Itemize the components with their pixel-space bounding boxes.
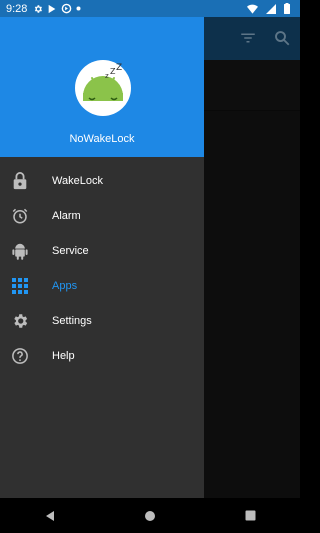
sleeping-android-icon: z Z Z [75, 60, 131, 116]
drawer-item-help[interactable]: Help [0, 338, 204, 373]
back-icon[interactable] [30, 498, 70, 533]
drawer-header: z Z Z NoWakeLock [0, 17, 204, 157]
help-icon [11, 347, 29, 365]
notification-dot-icon [76, 6, 81, 11]
drawer-item-label: WakeLock [52, 174, 103, 187]
wifi-icon [247, 4, 258, 14]
signal-icon [266, 3, 276, 14]
apps-grid-icon [11, 277, 29, 295]
recents-icon[interactable] [230, 498, 270, 533]
drawer-item-alarm[interactable]: Alarm [0, 198, 204, 233]
lock-icon [11, 171, 29, 190]
drawer-item-label: Service [52, 244, 89, 257]
svg-text:z: z [105, 72, 109, 80]
home-icon[interactable] [130, 498, 170, 533]
drawer-item-apps[interactable]: Apps [0, 268, 204, 303]
drawer-item-label: Settings [52, 314, 92, 327]
drawer-item-label: Help [52, 349, 75, 362]
gear-icon [33, 4, 43, 14]
gear-icon [11, 312, 29, 330]
app-name: NoWakeLock [69, 133, 135, 145]
svg-text:Z: Z [116, 63, 122, 73]
battery-icon [284, 3, 290, 14]
alarm-icon [11, 207, 29, 225]
drawer-item-wakelock[interactable]: WakeLock [0, 163, 204, 198]
drawer-menu: WakeLock Alarm Service Apps Settings Hel… [0, 163, 204, 373]
drawer-item-service[interactable]: Service [0, 233, 204, 268]
status-time: 9:28 [6, 2, 28, 15]
android-icon [11, 242, 29, 260]
play-store-icon [47, 4, 57, 14]
drawer-item-label: Apps [52, 279, 78, 292]
sync-icon [61, 3, 72, 14]
drawer-item-label: Alarm [52, 209, 81, 222]
system-nav-bar [0, 498, 300, 533]
navigation-drawer: z Z Z NoWakeLock WakeLock Alarm Service [0, 17, 204, 498]
drawer-item-settings[interactable]: Settings [0, 303, 204, 338]
status-bar: 9:28 [0, 0, 300, 17]
